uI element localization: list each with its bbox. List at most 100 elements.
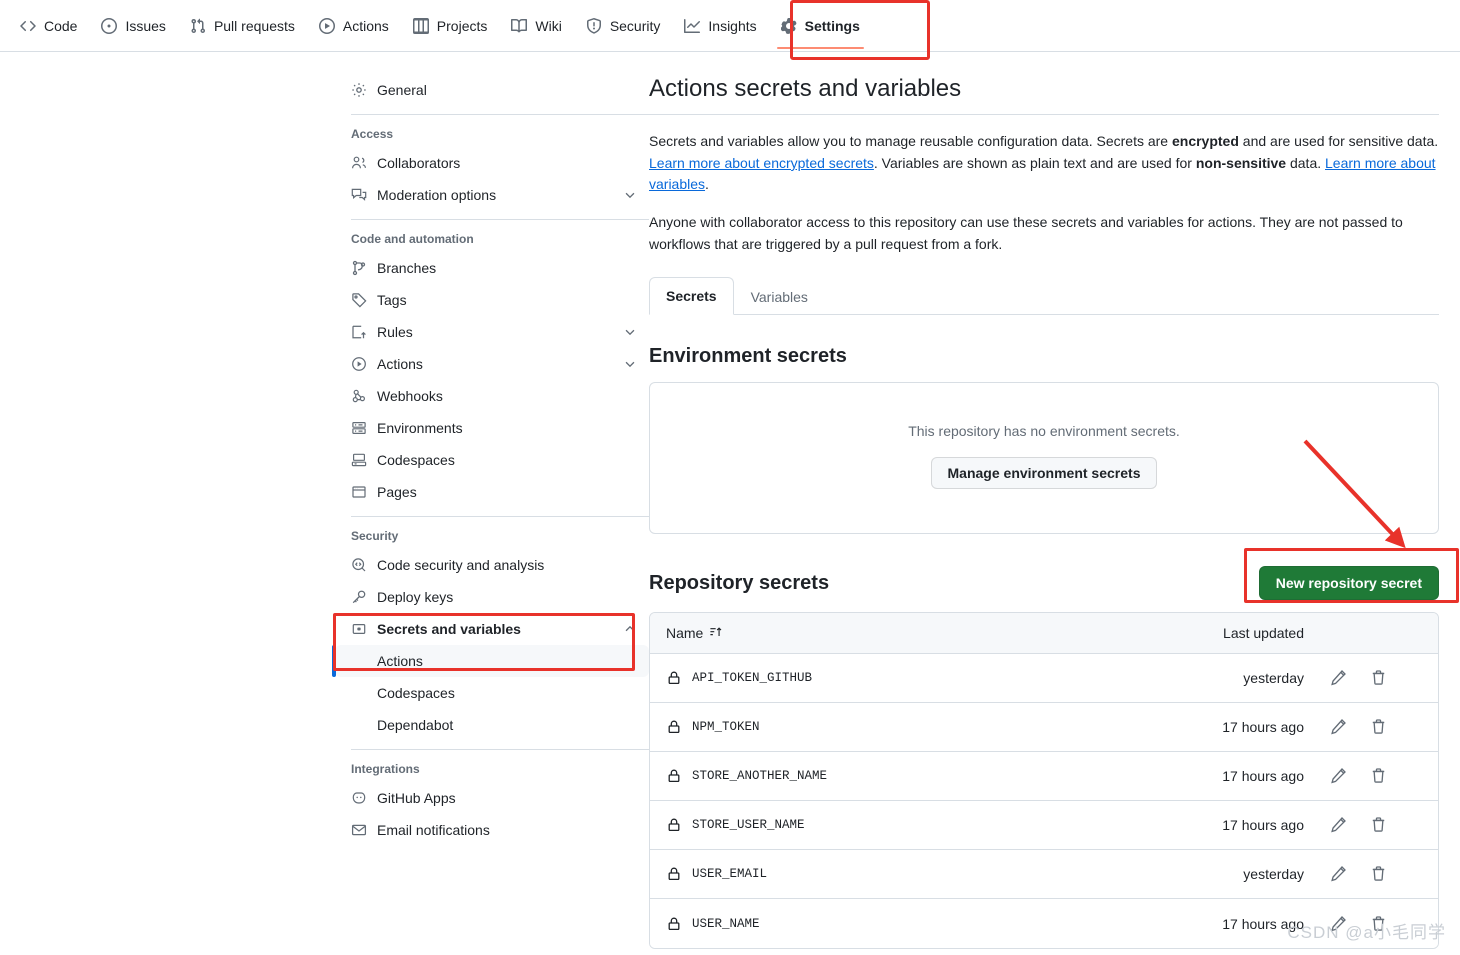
main-content: Actions secrets and variables Secrets an… bbox=[649, 74, 1459, 950]
sidebar-item-general[interactable]: General bbox=[335, 74, 649, 106]
table-row[interactable]: NPM_TOKEN 17 hours ago bbox=[650, 703, 1438, 753]
play-icon bbox=[318, 17, 335, 34]
code-icon bbox=[20, 18, 36, 34]
lock-icon bbox=[666, 866, 682, 882]
people-icon bbox=[351, 155, 367, 171]
table-row[interactable]: STORE_ANOTHER_NAME 17 hours ago bbox=[650, 752, 1438, 802]
sidebar-item-secrets-and-variables[interactable]: Secrets and variables bbox=[335, 613, 649, 645]
pencil-icon[interactable] bbox=[1330, 816, 1348, 834]
sidebar-item-environments[interactable]: Environments bbox=[335, 412, 649, 444]
sidebar-item-tags[interactable]: Tags bbox=[335, 284, 649, 316]
sidebar-item-rules[interactable]: Rules bbox=[335, 316, 649, 348]
nav-item-code[interactable]: Code bbox=[8, 11, 89, 41]
tab-variables[interactable]: Variables bbox=[734, 278, 825, 315]
table-row[interactable]: USER_EMAIL yesterday bbox=[650, 850, 1438, 900]
chevron-down-icon[interactable] bbox=[623, 357, 637, 371]
chevron-down-icon[interactable] bbox=[623, 188, 637, 202]
nav-item-wiki[interactable]: Wiki bbox=[499, 11, 573, 41]
column-header-name[interactable]: Name bbox=[666, 625, 1120, 642]
new-repository-secret-button[interactable]: New repository secret bbox=[1258, 566, 1439, 601]
tab-secrets[interactable]: Secrets bbox=[649, 277, 734, 316]
nav-item-security[interactable]: Security bbox=[574, 11, 673, 41]
repo-nav: Code Issues Pull requests Actions Projec… bbox=[0, 0, 1460, 60]
nav-item-settings[interactable]: Settings bbox=[769, 11, 872, 49]
table-row[interactable]: STORE_USER_NAME 17 hours ago bbox=[650, 801, 1438, 851]
sidebar-divider bbox=[351, 749, 649, 750]
intro-text-part-1: Secrets and variables allow you to manag… bbox=[649, 133, 1172, 149]
pencil-icon[interactable] bbox=[1330, 767, 1348, 785]
trash-icon[interactable] bbox=[1370, 865, 1388, 883]
sidebar-item-label: Email notifications bbox=[377, 822, 490, 838]
manage-environment-secrets-button[interactable]: Manage environment secrets bbox=[930, 457, 1158, 490]
git-branch-icon bbox=[351, 260, 367, 276]
sidebar-item-moderation-options[interactable]: Moderation options bbox=[335, 179, 649, 211]
repository-secrets-header-row: Repository secrets New repository secret bbox=[649, 548, 1459, 604]
nav-item-pull-requests[interactable]: Pull requests bbox=[178, 11, 307, 41]
sidebar-item-webhooks[interactable]: Webhooks bbox=[335, 380, 649, 412]
nav-item-actions[interactable]: Actions bbox=[307, 11, 401, 41]
chevron-down-icon[interactable] bbox=[623, 325, 637, 339]
sidebar-item-pages[interactable]: Pages bbox=[335, 476, 649, 508]
secrets-variables-tabs: Secrets Variables bbox=[649, 277, 1439, 316]
sidebar-subitem-dependabot[interactable]: Dependabot bbox=[335, 709, 649, 741]
repository-secrets-table: Name Last updated API_TOKEN_GITHUB yeste… bbox=[649, 612, 1439, 950]
link-learn-more-encrypted-secrets[interactable]: Learn more about encrypted secrets bbox=[649, 155, 874, 171]
sidebar-item-label: Codespaces bbox=[377, 452, 455, 468]
sidebar-subitem-actions[interactable]: Actions bbox=[332, 645, 649, 677]
sidebar-item-branches[interactable]: Branches bbox=[335, 252, 649, 284]
pencil-icon[interactable] bbox=[1330, 718, 1348, 736]
key-asterisk-icon bbox=[351, 621, 367, 637]
row-actions bbox=[1330, 718, 1422, 736]
trash-icon[interactable] bbox=[1370, 767, 1388, 785]
environment-secrets-heading: Environment secrets bbox=[649, 345, 847, 368]
row-actions bbox=[1330, 767, 1422, 785]
browser-icon bbox=[351, 484, 367, 500]
nav-item-label: Security bbox=[609, 17, 661, 34]
sidebar-item-github-apps[interactable]: GitHub Apps bbox=[335, 782, 649, 814]
sidebar-item-label: Tags bbox=[377, 292, 407, 308]
nav-item-issues[interactable]: Issues bbox=[89, 11, 177, 41]
intro-bold-encrypted: encrypted bbox=[1171, 133, 1239, 149]
sidebar-item-label: Actions bbox=[377, 356, 423, 372]
intro-text-part-4: data. bbox=[1286, 154, 1326, 171]
table-row[interactable]: API_TOKEN_GITHUB yesterday bbox=[650, 654, 1438, 704]
chevron-up-icon[interactable] bbox=[623, 622, 637, 636]
sidebar-item-deploy-keys[interactable]: Deploy keys bbox=[335, 581, 649, 613]
secret-name: STORE_USER_NAME bbox=[692, 818, 805, 833]
table-icon bbox=[412, 17, 429, 34]
row-actions bbox=[1330, 865, 1422, 883]
nav-item-projects[interactable]: Projects bbox=[401, 11, 500, 41]
play-icon bbox=[351, 356, 367, 372]
sidebar-item-actions[interactable]: Actions bbox=[335, 348, 649, 380]
sidebar-item-collaborators[interactable]: Collaborators bbox=[335, 147, 649, 179]
sort-asc-icon[interactable] bbox=[709, 625, 723, 642]
secret-name: NPM_TOKEN bbox=[692, 720, 760, 735]
sidebar-item-label: Webhooks bbox=[377, 388, 443, 404]
secret-name: API_TOKEN_GITHUB bbox=[692, 671, 813, 686]
nav-item-insights[interactable]: Insights bbox=[672, 11, 768, 41]
sidebar-item-email-notifications[interactable]: Email notifications bbox=[335, 814, 649, 846]
trash-icon[interactable] bbox=[1370, 816, 1388, 834]
secret-last-updated: yesterday bbox=[1243, 670, 1304, 687]
trash-icon[interactable] bbox=[1370, 718, 1388, 736]
sidebar-item-code-security-and-analysis[interactable]: Code security and analysis bbox=[335, 549, 649, 581]
sidebar-item-codespaces[interactable]: Codespaces bbox=[335, 444, 649, 476]
graph-icon bbox=[684, 18, 701, 34]
nav-item-label: Actions bbox=[342, 17, 389, 34]
sidebar-item-label: GitHub Apps bbox=[377, 790, 456, 806]
environment-secrets-empty-message: This repository has no environment secre… bbox=[908, 423, 1180, 440]
git-pull-request-icon bbox=[190, 18, 206, 34]
nav-item-label: Pull requests bbox=[213, 17, 295, 34]
issue-opened-icon bbox=[101, 17, 118, 34]
trash-icon[interactable] bbox=[1370, 669, 1388, 687]
pencil-icon[interactable] bbox=[1330, 669, 1348, 687]
book-icon bbox=[511, 18, 528, 34]
server-icon bbox=[351, 420, 367, 436]
sidebar-subitem-codespaces[interactable]: Codespaces bbox=[335, 677, 649, 709]
key-icon bbox=[351, 589, 367, 605]
settings-sidebar: General Access Collaborators Moderation … bbox=[332, 74, 649, 949]
sidebar-item-label: Secrets and variables bbox=[377, 621, 521, 637]
sidebar-item-label: Collaborators bbox=[377, 155, 461, 171]
pencil-icon[interactable] bbox=[1330, 865, 1348, 883]
column-header-name-label: Name bbox=[666, 625, 704, 642]
